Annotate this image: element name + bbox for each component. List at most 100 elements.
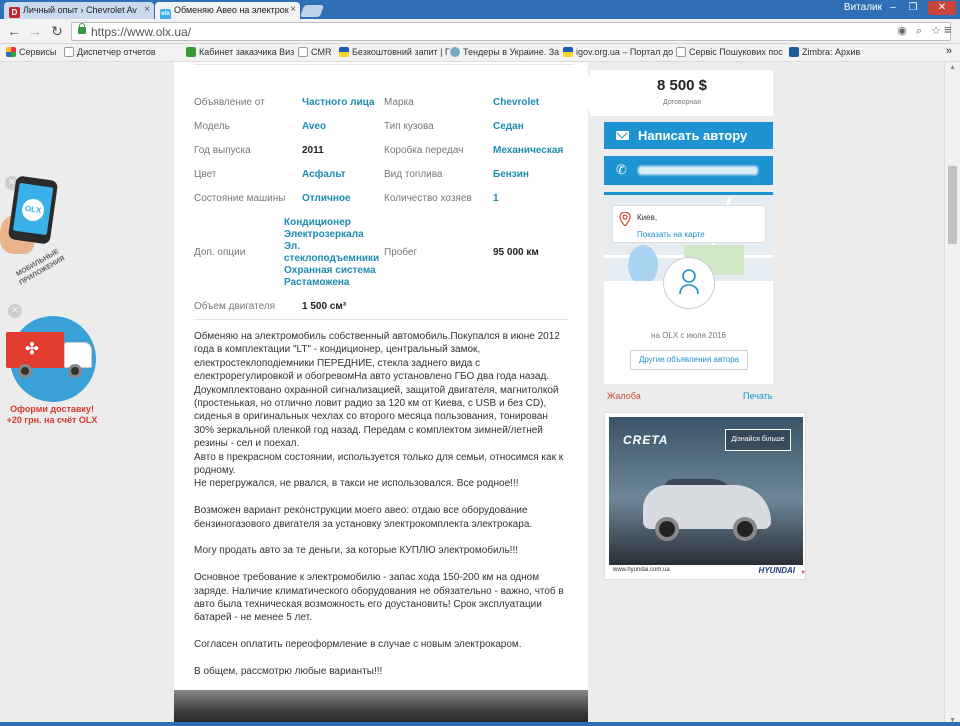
- ad-site-url: www.hyundai.com.ua: [613, 567, 670, 573]
- city-name: Киев,: [637, 213, 658, 222]
- scroll-up-icon[interactable]: ▲: [949, 64, 956, 71]
- option-item[interactable]: Растаможена: [284, 277, 379, 289]
- write-button-label: Написать автору: [638, 128, 748, 143]
- bookmark-item[interactable]: Zimbra: Архив: [789, 47, 860, 57]
- location-popup: Киев, Показать на карте: [612, 205, 766, 243]
- envelope-icon: [616, 131, 629, 140]
- spec-value[interactable]: Отличное: [302, 193, 351, 204]
- option-item[interactable]: Кондиционер: [284, 217, 379, 229]
- spec-value[interactable]: Chevrolet: [493, 97, 539, 108]
- spec-value[interactable]: Частного лица: [302, 97, 374, 108]
- back-arrow-icon[interactable]: ←: [6, 23, 22, 39]
- ad-brand-text: CRETA: [623, 433, 669, 447]
- close-icon[interactable]: ×: [8, 304, 22, 318]
- bookmark-label: CMR: [311, 47, 332, 57]
- maximize-icon[interactable]: ❐: [904, 1, 922, 15]
- taskbar-edge: [0, 722, 960, 726]
- ad-photo[interactable]: [174, 690, 588, 726]
- bookmark-label: Сервисы: [19, 47, 57, 57]
- bookmark-item[interactable]: Кабинет заказчика Виз: [186, 47, 294, 57]
- spec-value[interactable]: Aveo: [302, 121, 326, 132]
- phone-screen: OLX: [12, 182, 54, 236]
- spec-value: 95 000 км: [493, 247, 539, 258]
- spec-label: Цвет: [194, 169, 217, 180]
- page-viewport: × OLX МОБИЛЬНЫЕ ПРИЛОЖЕНИЯ × ✣ Оформи до…: [0, 62, 960, 726]
- bookmark-label: Тендеры в Украине. За: [463, 47, 560, 57]
- profile-name[interactable]: Виталик: [844, 2, 882, 13]
- map-water: [628, 245, 658, 281]
- bookmark-label: Кабинет заказчика Виз: [199, 47, 295, 57]
- option-item[interactable]: Электрозеркала: [284, 229, 379, 241]
- url-text[interactable]: https://www.olx.ua/: [91, 25, 191, 39]
- show-on-map-link[interactable]: Показать на карте: [637, 230, 705, 239]
- mobile-app-promo[interactable]: × OLX МОБИЛЬНЫЕ ПРИЛОЖЕНИЯ: [0, 170, 70, 290]
- spec-label: Состояние машины: [194, 193, 286, 204]
- spec-label: Пробег: [384, 247, 418, 258]
- other-ads-button[interactable]: Другие объявления автора: [630, 350, 748, 370]
- show-phone-button[interactable]: ✆: [604, 156, 773, 185]
- option-item[interactable]: Охранная система: [284, 265, 379, 277]
- member-since: на OLX с июля 2016: [651, 331, 726, 340]
- price-notch: [583, 70, 591, 116]
- ad-cta-button[interactable]: Дізнайся більше: [725, 429, 791, 451]
- minimize-icon[interactable]: ‒: [884, 1, 902, 15]
- window-close-icon[interactable]: ✕: [928, 1, 956, 15]
- print-link[interactable]: Печать: [743, 391, 772, 401]
- more-bookmarks-icon[interactable]: »: [946, 45, 952, 57]
- bookmark-label: Сервіс Пошукових пос: [689, 47, 783, 57]
- tab-1-close-icon[interactable]: ×: [144, 2, 150, 18]
- tab-2-favicon-icon: olx: [160, 9, 171, 19]
- browser-tab-1[interactable]: D Личный опыт › Chevrolet Av ×: [4, 2, 154, 19]
- car-wheel: [655, 517, 679, 541]
- truck-wheel: [68, 364, 82, 378]
- bookmark-item[interactable]: Диспетчер отчетов: [64, 47, 156, 57]
- page-scrollbar[interactable]: ▲ ▼: [944, 62, 960, 726]
- tab-1-favicon-icon: D: [9, 7, 20, 18]
- hyundai-logo: HYUNDAI: [758, 566, 795, 575]
- user-icon: [679, 269, 699, 295]
- bookmark-item[interactable]: Тендеры в Украине. За: [450, 47, 559, 57]
- spec-label: Марка: [384, 97, 414, 108]
- bookmark-label: igov.org.ua – Портал до: [576, 47, 674, 57]
- hyundai-ad-banner[interactable]: CRETA Дізнайся більше www.hyundai.com.ua…: [604, 412, 806, 580]
- bookmark-item[interactable]: CMR: [298, 47, 332, 57]
- seller-card: Киев, Показать на карте на OLX с июля 20…: [604, 192, 773, 384]
- forward-arrow-icon[interactable]: →: [27, 23, 43, 39]
- write-to-author-button[interactable]: Написать автору: [604, 122, 773, 149]
- spec-value[interactable]: Механическая: [493, 145, 563, 156]
- spec-label: Количество хозяев: [384, 193, 472, 204]
- card-top-border: [194, 62, 574, 65]
- extension-icons[interactable]: ◉ ⌕ ☆: [897, 24, 944, 38]
- zimbra-icon: [789, 47, 799, 57]
- truck-wheel: [18, 364, 32, 378]
- spec-value[interactable]: Бензин: [493, 169, 529, 180]
- delivery-promo-text: Оформи доставку! +20 грн. на счёт OLX: [0, 404, 104, 426]
- address-bar[interactable]: https://www.olx.ua/ ◉ ⌕ ☆: [71, 22, 951, 41]
- description-paragraph: Согласен оплатить переоформление в случа…: [194, 639, 522, 651]
- option-item[interactable]: Эл.: [284, 241, 379, 253]
- reload-icon[interactable]: ↻: [49, 23, 65, 39]
- bookmark-item[interactable]: igov.org.ua – Портал до: [563, 47, 673, 57]
- bookmark-item[interactable]: Сервіс Пошукових пос: [676, 47, 783, 57]
- bookmark-item[interactable]: Сервисы: [6, 47, 56, 57]
- complain-link[interactable]: Жалоба: [607, 391, 641, 401]
- spec-value[interactable]: Асфальт: [302, 169, 345, 180]
- spec-label: Доп. опции: [194, 247, 246, 258]
- ad-background: CRETA Дізнайся більше: [609, 417, 803, 565]
- ua-flag-icon: [563, 47, 573, 57]
- bookmark-item[interactable]: Безкоштовний запит | Г: [339, 47, 450, 57]
- spec-value[interactable]: Седан: [493, 121, 524, 132]
- bookmarks-bar: Сервисы Диспетчер отчетов Кабинет заказч…: [0, 44, 960, 62]
- tab-2-close-icon[interactable]: ×: [290, 2, 296, 18]
- car-wheel: [733, 517, 757, 541]
- browser-tab-2-active[interactable]: olx Обменяю Авео на электрок ×: [155, 2, 300, 19]
- new-tab-button[interactable]: [299, 5, 325, 17]
- option-item[interactable]: стеклоподъемники: [284, 253, 379, 265]
- bookmark-label: Zimbra: Архив: [802, 47, 861, 57]
- delivery-promo[interactable]: × ✣ Оформи доставку! +20 грн. на счёт OL…: [0, 300, 100, 430]
- browser-menu-icon[interactable]: ≡: [944, 22, 956, 37]
- spec-label: Тип кузова: [384, 121, 434, 132]
- phone-image: OLX: [7, 175, 59, 245]
- spec-value[interactable]: 1: [493, 193, 499, 204]
- scrollbar-thumb[interactable]: [948, 166, 957, 244]
